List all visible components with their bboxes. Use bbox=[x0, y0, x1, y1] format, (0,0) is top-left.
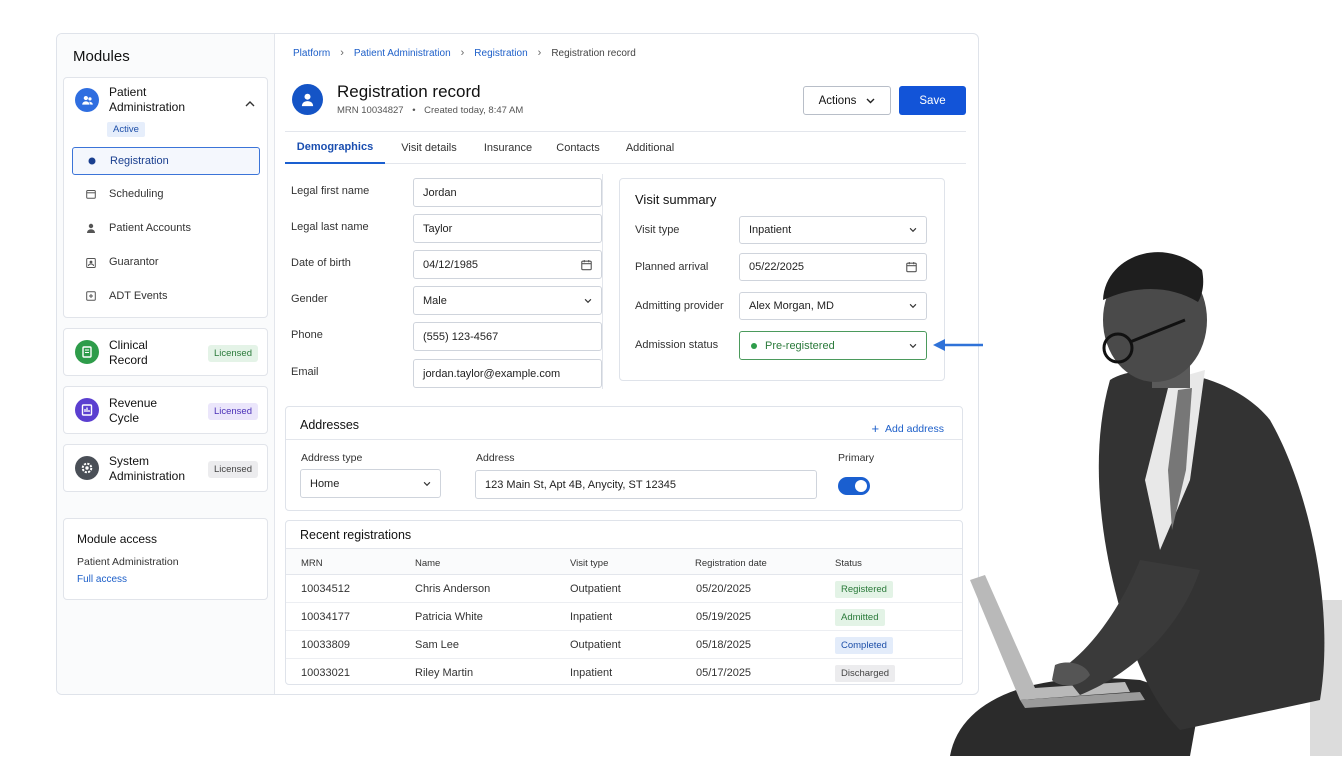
sidebar-item-adt-events[interactable]: ADT Events bbox=[72, 282, 260, 310]
add-address-button[interactable]: + Add address bbox=[871, 421, 944, 436]
status-badge: Registered bbox=[835, 581, 893, 598]
email-row: Email jordan.taylor@example.com bbox=[291, 359, 602, 388]
gear-icon bbox=[75, 456, 99, 480]
page-title: Registration record bbox=[337, 82, 481, 101]
admitting-provider-select[interactable]: Alex Morgan, MD bbox=[739, 292, 927, 320]
sidebar: Modules Patient Administration Active Re… bbox=[57, 34, 275, 694]
app-window: Modules Patient Administration Active Re… bbox=[56, 33, 979, 695]
calendar-icon bbox=[84, 189, 98, 199]
person-icon bbox=[301, 93, 314, 107]
addresses-card: Addresses + Add address Address type Hom… bbox=[285, 406, 963, 511]
gender-row: Gender Male bbox=[291, 286, 602, 315]
sidebar-item-scheduling[interactable]: Scheduling bbox=[72, 180, 260, 208]
module-revenue-cycle[interactable]: Revenue Cycle Licensed bbox=[63, 386, 268, 434]
clinical-record-icon bbox=[75, 340, 99, 364]
breadcrumb-platform[interactable]: Platform bbox=[293, 48, 330, 59]
tab-visit-details[interactable]: Visit details bbox=[389, 132, 469, 164]
tab-contacts[interactable]: Contacts bbox=[547, 132, 609, 164]
email-field[interactable]: jordan.taylor@example.com bbox=[413, 359, 602, 388]
breadcrumb-current: Registration record bbox=[551, 47, 636, 59]
sidebar-title: Modules bbox=[73, 48, 130, 65]
last-name-input[interactable]: Taylor bbox=[413, 214, 602, 243]
adt-icon bbox=[84, 291, 98, 301]
calendar-icon[interactable] bbox=[906, 262, 917, 273]
chevron-down-icon bbox=[909, 343, 917, 348]
active-badge: Active bbox=[107, 122, 145, 137]
table-row[interactable]: 10033809 Sam Lee Outpatient 05/18/2025 C… bbox=[286, 631, 962, 659]
table-row[interactable]: 10033021 Riley Martin Inpatient 05/17/20… bbox=[286, 659, 962, 687]
main-content: Platform › Patient Administration › Regi… bbox=[275, 34, 978, 694]
sidebar-item-registration[interactable]: Registration bbox=[72, 147, 260, 175]
actions-button[interactable]: Actions bbox=[803, 86, 891, 115]
sidebar-item-guarantor[interactable]: Guarantor bbox=[72, 248, 260, 276]
full-access-link[interactable]: Full access bbox=[77, 574, 127, 585]
licensed-badge: Licensed bbox=[207, 345, 258, 362]
chevron-right-icon: › bbox=[340, 47, 344, 59]
record-meta: MRN 10034827 • Created today, 8:47 AM bbox=[337, 105, 524, 116]
sidebar-item-patient-accounts[interactable]: Patient Accounts bbox=[72, 214, 260, 242]
module-access-card: Module access Patient Administration Ful… bbox=[63, 518, 268, 600]
chevron-down-icon bbox=[584, 298, 592, 303]
visit-type-select[interactable]: Inpatient bbox=[739, 216, 927, 244]
chevron-down-icon bbox=[909, 227, 917, 233]
breadcrumb-patient-administration[interactable]: Patient Administration bbox=[354, 48, 451, 59]
table-row[interactable]: 10034512 Chris Anderson Outpatient 05/20… bbox=[286, 575, 962, 603]
recent-registrations-card: Recent registrations MRN Name Visit type… bbox=[285, 520, 963, 685]
admission-status-select[interactable]: Pre-registered bbox=[739, 331, 927, 360]
planned-arrival-input[interactable]: 05/22/2025 bbox=[739, 253, 927, 281]
plus-icon: + bbox=[871, 421, 880, 436]
breadcrumb-registration[interactable]: Registration bbox=[474, 48, 527, 59]
visit-summary-card: Visit summary Visit type Inpatient Plann… bbox=[619, 178, 945, 381]
chevron-down-icon bbox=[423, 481, 431, 486]
dob-input[interactable]: 04/12/1985 bbox=[413, 250, 602, 279]
recent-registrations-title: Recent registrations bbox=[300, 528, 412, 542]
first-name-input[interactable]: Jordan bbox=[413, 178, 602, 207]
person-icon bbox=[84, 223, 98, 233]
visit-summary-title: Visit summary bbox=[635, 192, 717, 207]
calendar-icon[interactable] bbox=[581, 259, 592, 270]
chevron-right-icon: › bbox=[460, 47, 465, 59]
addresses-title: Addresses bbox=[300, 418, 360, 432]
guarantor-icon bbox=[84, 257, 98, 268]
tab-bar: Demographics Visit details Insurance Con… bbox=[285, 131, 966, 164]
save-button[interactable]: Save bbox=[899, 86, 966, 115]
patient-admin-icon bbox=[75, 88, 99, 112]
chevron-down-icon bbox=[866, 95, 875, 107]
first-name-row: Legal first name Jordan bbox=[291, 178, 602, 207]
last-name-row: Legal last name Taylor bbox=[291, 214, 602, 243]
collapse-chevron-icon[interactable] bbox=[245, 94, 255, 112]
module-patient-administration: Patient Administration Active Registrati… bbox=[63, 77, 268, 318]
phone-row: Phone (555) 123-4567 bbox=[291, 322, 602, 351]
chevron-right-icon: › bbox=[537, 47, 542, 59]
module-clinical-record[interactable]: Clinical Record Licensed bbox=[63, 328, 268, 376]
dob-row: Date of birth 04/12/1985 bbox=[291, 250, 602, 279]
status-dot-icon bbox=[751, 342, 757, 349]
tab-demographics[interactable]: Demographics bbox=[285, 132, 385, 164]
status-badge: Admitted bbox=[835, 609, 885, 626]
breadcrumb: Platform › Patient Administration › Regi… bbox=[293, 47, 636, 59]
avatar bbox=[292, 84, 323, 115]
module-system-administration[interactable]: System Administration Licensed bbox=[63, 444, 268, 492]
recent-registrations-table: MRN Name Visit type Registration date St… bbox=[286, 548, 962, 687]
licensed-badge: Licensed bbox=[207, 461, 258, 478]
licensed-badge: Licensed bbox=[207, 403, 258, 420]
chevron-down-icon bbox=[909, 303, 917, 309]
status-badge: Completed bbox=[835, 637, 893, 654]
revenue-cycle-icon bbox=[75, 398, 99, 422]
primary-toggle[interactable] bbox=[838, 477, 870, 495]
tab-additional[interactable]: Additional bbox=[615, 132, 685, 164]
gender-select[interactable]: Male bbox=[413, 286, 602, 315]
demographics-form: Legal first name Jordan Legal last name … bbox=[285, 174, 603, 389]
tab-insurance[interactable]: Insurance bbox=[473, 132, 543, 164]
person-with-laptop-image bbox=[940, 230, 1342, 756]
table-header: MRN Name Visit type Registration date St… bbox=[286, 548, 962, 575]
patient-admin-title[interactable]: Patient Administration bbox=[109, 85, 185, 115]
address-input[interactable]: 123 Main St, Apt 4B, Anycity, ST 12345 bbox=[475, 470, 817, 499]
dot-icon bbox=[85, 157, 99, 165]
phone-input[interactable]: (555) 123-4567 bbox=[413, 322, 602, 351]
address-type-select[interactable]: Home bbox=[300, 469, 441, 498]
status-badge: Discharged bbox=[835, 665, 896, 682]
table-row[interactable]: 10034177 Patricia White Inpatient 05/19/… bbox=[286, 603, 962, 631]
